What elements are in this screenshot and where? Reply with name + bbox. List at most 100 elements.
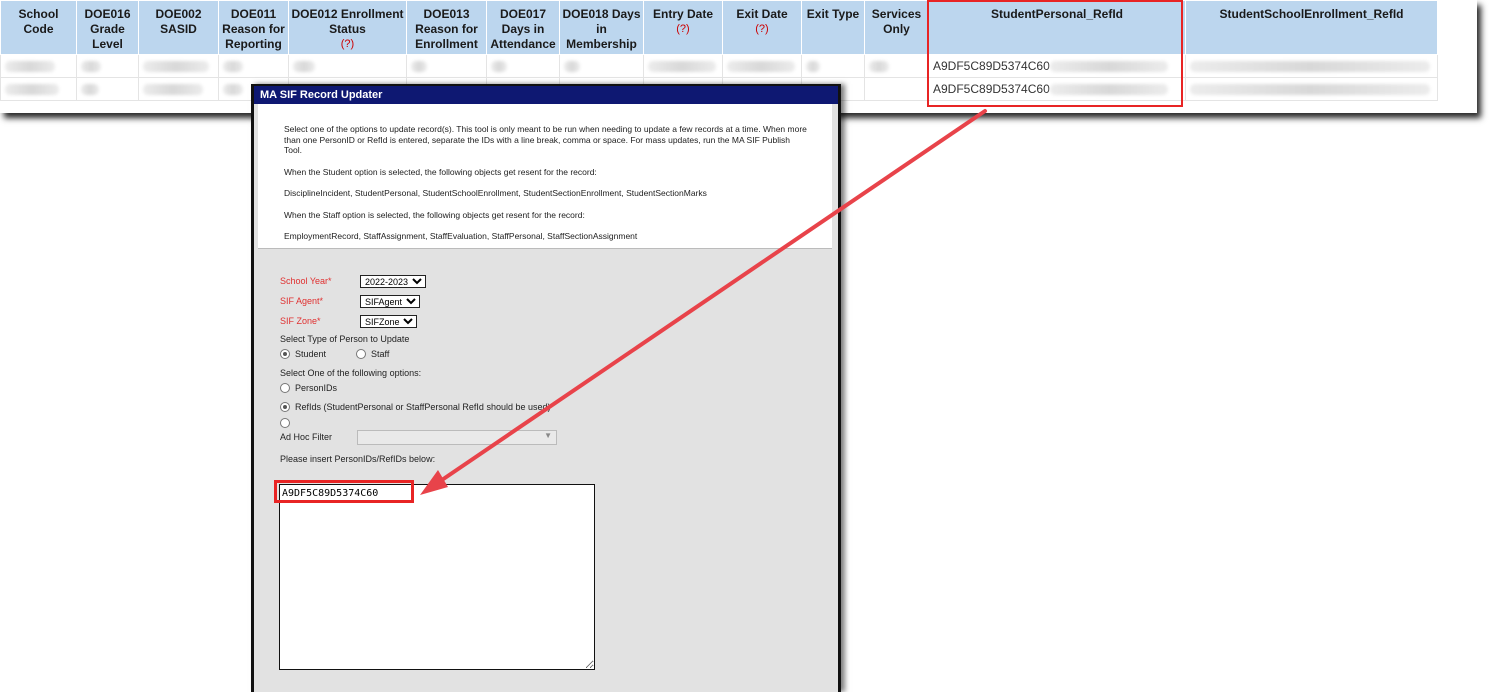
redacted-value [143, 84, 203, 96]
table-cell [406, 54, 487, 78]
redacted-value [806, 61, 820, 73]
table-cell [643, 54, 723, 78]
redacted-value [648, 61, 716, 73]
redacted-value [1190, 61, 1430, 73]
school-year-label: School Year* [280, 276, 332, 286]
ids-textarea[interactable]: A9DF5C89D5374C60 [279, 484, 595, 670]
adhoc-radio[interactable] [280, 418, 290, 428]
student-personal-refid: A9DF5C89D5374C60 [933, 82, 1050, 97]
table-cell [864, 54, 929, 78]
column-header-sasid[interactable]: DOE002 SASID [138, 0, 219, 55]
redacted-value [727, 61, 795, 73]
required-marker: (?) [755, 23, 769, 35]
column-header-student-school-enrollment-refid[interactable]: StudentSchoolEnrollment_RefId [1185, 0, 1438, 55]
adhoc-filter-row: Ad Hoc Filter ▼ [280, 429, 838, 445]
required-marker: (?) [340, 38, 355, 50]
person-type-label: Select Type of Person to Update [280, 334, 410, 344]
sif-agent-select[interactable]: SIFAgent [360, 294, 420, 308]
school-year-row: School Year* 2022-2023 [280, 271, 838, 291]
table-cell [1185, 54, 1438, 78]
table-cell [1185, 77, 1438, 101]
sif-agent-row: SIF Agent* SIFAgent [280, 291, 838, 311]
sif-agent-label: SIF Agent* [280, 296, 324, 306]
redacted-value [81, 84, 99, 96]
table-cell [138, 77, 219, 101]
table-cell [76, 54, 139, 78]
redacted-value [5, 61, 55, 73]
instruction-text: DisciplineIncident, StudentPersonal, Stu… [284, 188, 707, 198]
option-adhoc-row [280, 416, 838, 430]
redacted-value [81, 61, 101, 73]
instruction-text: When the Student option is selected, the… [284, 166, 597, 177]
updater-form: School Year* 2022-2023 SIF Agent* SIFAge… [254, 249, 838, 464]
redacted-value [1049, 60, 1168, 72]
person-type-group: Student Staff [280, 344, 838, 363]
refids-radio-label: RefIds (StudentPersonal or StaffPersonal… [295, 401, 551, 412]
table-cell [76, 77, 139, 101]
instruction-text: Select one of the options to update reco… [284, 124, 807, 155]
table-cell [559, 54, 644, 78]
redacted-value [1049, 83, 1168, 95]
column-header-exit-type[interactable]: Exit Type [801, 0, 865, 55]
student-radio-label: Student [295, 348, 327, 359]
redacted-value [5, 84, 59, 96]
instruction-text: When the Staff option is selected, the f… [284, 209, 585, 220]
redacted-value [143, 61, 209, 73]
column-header-enrollment-status[interactable]: DOE012 Enrollment Status (?) [288, 0, 407, 55]
option-personids-row: PersonIDs [280, 378, 838, 397]
column-header-entry-date[interactable]: Entry Date (?) [643, 0, 723, 55]
table-cell [801, 54, 865, 78]
redacted-value [1190, 84, 1430, 96]
table-cell [138, 54, 219, 78]
column-header-student-personal-refid[interactable]: StudentPersonal_RefId [928, 0, 1186, 55]
sif-record-updater-dialog: MA SIF Record Updater Select one of the … [251, 84, 841, 692]
chevron-down-icon: ▼ [544, 430, 553, 440]
redacted-value [293, 61, 315, 73]
table-cell [218, 54, 289, 78]
student-radio[interactable] [280, 348, 290, 359]
sif-zone-row: SIF Zone* SIFZone [280, 311, 838, 331]
adhoc-filter-select[interactable]: ▼ [357, 429, 558, 445]
column-header-reason-reporting[interactable]: DOE011 Reason for Reporting [218, 0, 289, 55]
redacted-value [564, 61, 580, 73]
instruction-text: EmploymentRecord, StaffAssignment, Staff… [284, 231, 638, 241]
table-cell [486, 54, 560, 78]
personids-radio-label: PersonIDs [295, 382, 338, 393]
staff-radio-label: Staff [371, 348, 390, 359]
table-cell [0, 77, 77, 101]
personids-radio[interactable] [280, 382, 290, 393]
redacted-value [869, 61, 889, 73]
column-header-grade-level[interactable]: DOE016 Grade Level [76, 0, 139, 55]
staff-radio[interactable] [356, 348, 367, 359]
options-label: Select One of the following options: [280, 368, 422, 378]
adhoc-filter-label: Ad Hoc Filter [280, 432, 333, 442]
table-header-row: School Code DOE016 Grade Level DOE002 SA… [0, 0, 1438, 55]
redacted-value [223, 84, 243, 96]
ids-input-label: Please insert PersonIDs/RefIDs below: [280, 454, 436, 464]
column-header-days-attendance[interactable]: DOE017 Days in Attendance [486, 0, 560, 55]
sif-zone-select[interactable]: SIFZone [360, 314, 417, 328]
option-refids-row: RefIds (StudentPersonal or StaffPersonal… [280, 397, 838, 416]
school-year-select[interactable]: 2022-2023 [360, 274, 426, 288]
column-header-days-membership[interactable]: DOE018 Days in Membership [559, 0, 644, 55]
table-cell [0, 54, 77, 78]
column-header-services-only[interactable]: Services Only [864, 0, 929, 55]
table-cell [722, 54, 802, 78]
table-cell [288, 54, 407, 78]
refids-radio[interactable] [280, 401, 290, 412]
table-row: A9DF5C89D5374C60 [0, 54, 1438, 78]
redacted-value [491, 61, 507, 73]
refid-cell: A9DF5C89D5374C60 [928, 54, 1186, 78]
student-personal-refid: A9DF5C89D5374C60 [933, 59, 1050, 74]
column-header-exit-date[interactable]: Exit Date (?) [722, 0, 802, 55]
redacted-value [223, 61, 243, 73]
redacted-value [411, 61, 427, 73]
column-header-reason-enrollment[interactable]: DOE013 Reason for Enrollment [406, 0, 487, 55]
dialog-title: MA SIF Record Updater [254, 86, 838, 104]
column-header-school-code[interactable]: School Code [0, 0, 77, 55]
refid-cell: A9DF5C89D5374C60 [928, 77, 1186, 101]
required-marker: (?) [676, 23, 690, 35]
table-cell [864, 77, 929, 101]
instructions-panel: Select one of the options to update reco… [258, 104, 832, 249]
sif-zone-label: SIF Zone* [280, 316, 321, 326]
